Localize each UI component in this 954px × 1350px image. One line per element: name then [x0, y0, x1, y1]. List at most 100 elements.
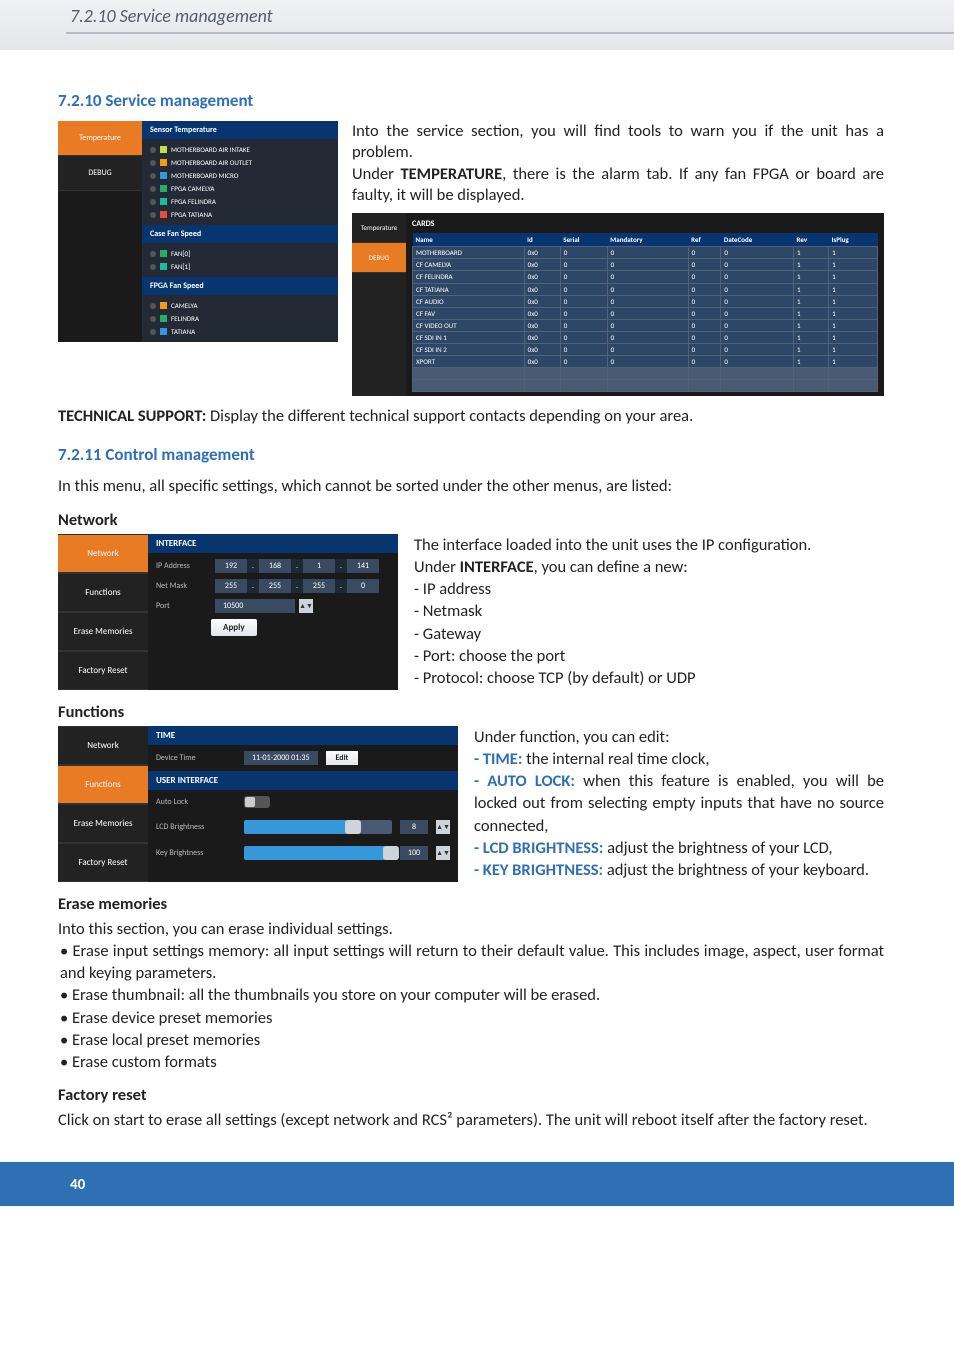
tab-network-2[interactable]: Network [58, 726, 148, 765]
table-row: CF VIDEO OUT0x0000011 [413, 319, 878, 331]
net-text-1: The interface loaded into the unit uses … [414, 534, 884, 556]
functions-title: Functions [58, 702, 884, 722]
fan-item: FAN[1] [142, 260, 338, 273]
group-case-fan: Case Fan Speed [142, 225, 338, 243]
tab-functions[interactable]: Functions [58, 573, 148, 612]
header-rule [66, 32, 954, 34]
page-number: 40 [70, 1176, 85, 1194]
sensor-item: MOTHERBOARD AIR INTAKE [142, 143, 338, 156]
table-row: CF AUDIO0x0000011 [413, 295, 878, 307]
net-bul-1: - Netmask [414, 600, 884, 622]
table-row [413, 380, 878, 392]
page-footer: 40 [0, 1162, 954, 1206]
network-title: Network [58, 510, 884, 530]
apply-button[interactable]: Apply [211, 619, 257, 636]
edit-button[interactable]: Edit [326, 751, 359, 765]
service-panel-screenshot: Temperature DEBUG Sensor Temperature MOT… [58, 121, 338, 396]
group-sensor-temp: Sensor Temperature [142, 121, 338, 139]
erase-item-2: Erase device preset memories [60, 1007, 884, 1029]
table-row: CF FELINDRA0x0000011 [413, 271, 878, 283]
intro-line-2a: Under [352, 164, 400, 184]
ip-label: IP Address [156, 561, 211, 571]
sensor-item: FPGA FELINDRA [142, 195, 338, 208]
net-bul-2: - Gateway [414, 623, 884, 645]
fan-item: FAN[0] [142, 247, 338, 260]
section2-intro: In this menu, all specific settings, whi… [58, 475, 884, 497]
col-header: Rev [793, 233, 828, 247]
sensor-item: FPGA CAMELYA [142, 182, 338, 195]
tab-network[interactable]: Network [58, 534, 148, 573]
tab-factory-2[interactable]: Factory Reset [58, 843, 148, 882]
col-header: Id [524, 233, 560, 247]
table-row: CF SDI IN 20x0000011 [413, 343, 878, 355]
key-spinner-icon[interactable]: ▲▼ [436, 846, 450, 860]
erase-item-1: Erase thumbnail: all the thumbnails you … [60, 984, 884, 1006]
tab-erase-memories[interactable]: Erase Memories [58, 612, 148, 651]
section-title-1: 7.2.10 Service management [58, 90, 884, 111]
net-bul-0: - IP address [414, 578, 884, 600]
key-brightness-label: Key Brightness [156, 848, 236, 858]
network-panel-screenshot: Network Functions Erase Memories Factory… [58, 534, 398, 690]
key-value: 100 [400, 846, 428, 860]
key-slider[interactable] [244, 846, 392, 860]
group-fpga-fan: FPGA Fan Speed [142, 277, 338, 295]
col-header: Serial [560, 233, 607, 247]
tech-support-label: TECHNICAL SUPPORT: [58, 406, 206, 426]
table-row: MOTHERBOARD0x0000011 [413, 247, 878, 259]
tab-temperature[interactable]: Temperature [58, 121, 142, 156]
tab-functions-2[interactable]: Functions [58, 765, 148, 804]
ip-address-input[interactable]: 192.168.1.141 [215, 559, 379, 573]
intro-line-1: Into the service section, you will find … [352, 121, 884, 162]
table-row: CF CAMELYA0x0000011 [413, 259, 878, 271]
lcd-slider[interactable] [244, 820, 392, 834]
time-head: TIME [148, 726, 458, 745]
tab-factory-reset[interactable]: Factory Reset [58, 651, 148, 690]
col-header: Name [413, 233, 525, 247]
cards-table: NameIdSerialMandatoryRefDateCodeRevIsPlu… [412, 233, 878, 392]
port-spinner-icon[interactable]: ▲▼ [299, 599, 313, 613]
sensor-item: MOTHERBOARD AIR OUTLET [142, 156, 338, 169]
autolock-label: Auto Lock [156, 797, 236, 807]
erase-title: Erase memories [58, 894, 884, 914]
col-header: IsPlug [829, 233, 878, 247]
tab-temperature-2[interactable]: Temperature [352, 213, 406, 243]
erase-item-4: Erase custom formats [60, 1051, 884, 1073]
table-row [413, 368, 878, 380]
header-title: 7.2.10 Service management [70, 5, 954, 27]
net-bul-4: - Protocol: choose TCP (by default) or U… [414, 667, 884, 689]
erase-item-0: Erase input settings memory: all input s… [60, 940, 884, 985]
tab-debug-2[interactable]: DEBUG [352, 243, 406, 273]
device-time-label: Device Time [156, 753, 236, 763]
tab-debug[interactable]: DEBUG [58, 156, 142, 191]
table-row: XPORT0x0000011 [413, 356, 878, 368]
section-title-2: 7.2.11 Control management [58, 444, 884, 465]
col-header: Ref [688, 233, 721, 247]
tech-support-text: Display the different technical support … [206, 406, 693, 426]
cards-title: CARDS [412, 217, 878, 233]
tab-erase-2[interactable]: Erase Memories [58, 804, 148, 843]
device-time-value: 11-01-2000 01:35 [244, 751, 318, 765]
net-bul-3: - Port: choose the port [414, 645, 884, 667]
cards-table-screenshot: Temperature DEBUG CARDS NameIdSerialMand… [352, 213, 884, 397]
table-row: CF FAV0x0000011 [413, 307, 878, 319]
fpga-item: FELINDRA [142, 312, 338, 325]
autolock-toggle[interactable] [244, 796, 270, 808]
erase-intro: Into this section, you can erase individ… [58, 918, 884, 940]
fpga-item: CAMELYA [142, 299, 338, 312]
port-input[interactable]: 10500 [215, 599, 295, 613]
factory-title: Factory reset [58, 1085, 884, 1105]
sensor-item: MOTHERBOARD MICRO [142, 169, 338, 182]
lcd-brightness-label: LCD Brightness [156, 822, 236, 832]
table-row: CF TATIANA0x0000011 [413, 283, 878, 295]
lcd-value: 8 [400, 820, 428, 834]
netmask-label: Net Mask [156, 581, 211, 591]
netmask-input[interactable]: 255.255.255.0 [215, 579, 379, 593]
port-label: Port [156, 601, 211, 611]
intro-temp-label: TEMPERATURE [400, 164, 502, 184]
sensor-item: FPGA TATIANA [142, 208, 338, 221]
func-intro: Under function, you can edit: [474, 726, 884, 748]
erase-item-3: Erase local preset memories [60, 1029, 884, 1051]
lcd-spinner-icon[interactable]: ▲▼ [436, 820, 450, 834]
table-row: CF SDI IN 10x0000011 [413, 331, 878, 343]
page-header: 7.2.10 Service management [0, 0, 954, 50]
